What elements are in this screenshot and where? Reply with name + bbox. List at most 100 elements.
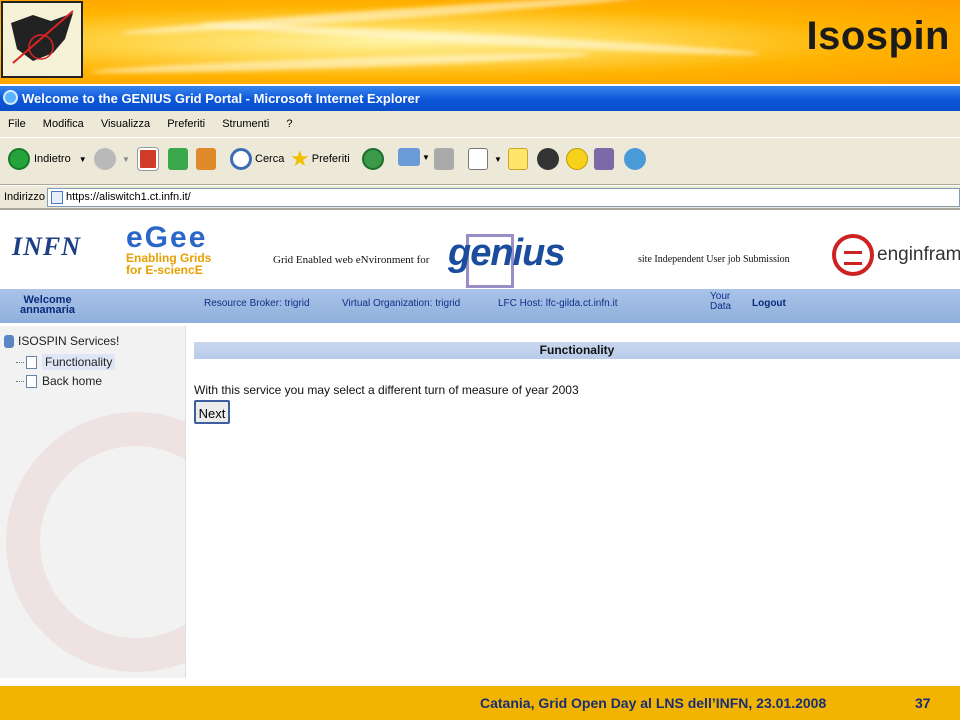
refresh-icon (168, 148, 188, 170)
tree-connector (16, 380, 24, 382)
print-button[interactable] (434, 148, 454, 170)
next-button[interactable]: Next (194, 400, 230, 424)
messenger-block-button[interactable] (537, 148, 559, 170)
tree-root-label: ISOSPIN Services! (18, 334, 120, 348)
slide-title: Isospin (806, 14, 950, 58)
egee-logo-text: eGee (126, 221, 208, 254)
tree-item-label: Back home (42, 374, 103, 388)
tree-item-functionality[interactable]: Functionality (16, 354, 116, 370)
menu-help[interactable]: ? (286, 118, 292, 130)
address-url: https://aliswitch1.ct.infn.it/ (66, 191, 191, 203)
search-button[interactable]: Cerca (230, 148, 284, 170)
stop-button[interactable] (137, 147, 159, 171)
stop-icon (137, 147, 159, 171)
genius-logo: genius (448, 232, 565, 274)
home-icon (196, 148, 216, 170)
window-title: Welcome to the GENIUS Grid Portal - Micr… (22, 91, 420, 106)
tree-root: ISOSPIN Services! (4, 334, 119, 348)
refresh-button[interactable] (168, 148, 188, 170)
menu-bar: File Modifica Visualizza Preferiti Strum… (0, 111, 960, 137)
edit-button[interactable]: ▼ (468, 148, 502, 170)
smiley-button[interactable] (566, 148, 588, 170)
forward-arrow-icon (94, 148, 116, 170)
document-icon (26, 355, 37, 369)
section-heading: Functionality (194, 342, 960, 359)
enginframe-icon (832, 234, 874, 276)
address-label: Indirizzo (4, 191, 45, 203)
grid-tagline: Grid Enabled web eNvironment for (273, 254, 430, 266)
chevron-down-icon: ▼ (494, 154, 502, 164)
chevron-down-icon: ▼ (78, 154, 87, 164)
messenger-icon (624, 148, 646, 170)
menu-visualizza[interactable]: Visualizza (101, 118, 150, 130)
history-icon (362, 148, 384, 170)
service-tree: ISOSPIN Services! Functionality Back hom… (0, 326, 186, 678)
history-button[interactable] (362, 148, 384, 170)
browser-window: Welcome to the GENIUS Grid Portal - Micr… (0, 86, 960, 678)
your-data-link[interactable]: Your Data (710, 292, 731, 312)
messenger-button[interactable] (624, 148, 646, 170)
mail-button[interactable]: ▼ (398, 148, 430, 166)
research-button[interactable] (594, 148, 614, 170)
enginframe-logo: enginframe (832, 234, 960, 276)
watermark-logo (6, 412, 185, 672)
menu-strumenti[interactable]: Strumenti (222, 118, 269, 130)
address-input[interactable]: https://aliswitch1.ct.infn.it/ (47, 188, 960, 207)
your-data-line2: Data (710, 301, 732, 312)
user-name: annamaria (20, 304, 76, 316)
notes-button[interactable] (508, 148, 528, 170)
back-arrow-icon (8, 148, 30, 170)
address-bar: Indirizzo https://aliswitch1.ct.infn.it/ (0, 186, 960, 210)
tree-connector (16, 361, 24, 363)
lfc-host-link[interactable]: LFC Host: lfc-gilda.ct.infn.it (498, 298, 617, 309)
toolbar: Indietro ▼ ▼ Cerca ★ Preferiti ▼ ▼ (0, 137, 960, 185)
document-icon (26, 374, 37, 388)
menu-preferiti[interactable]: Preferiti (167, 118, 205, 130)
favorites-button[interactable]: ★ Preferiti (290, 148, 350, 170)
resource-broker-link[interactable]: Resource Broker: trigrid (204, 298, 310, 309)
main-content: Functionality With this service you may … (186, 326, 960, 678)
egee-logo: eGee Enabling Grids for E-sciencE (126, 221, 211, 277)
back-label: Indietro (34, 153, 71, 165)
mail-icon (398, 148, 420, 166)
site-tagline: site Independent User job Submission (638, 254, 790, 265)
portal-banner: INFN eGee Enabling Grids for E-sciencE G… (0, 212, 960, 288)
service-description: With this service you may select a diffe… (194, 383, 579, 397)
window-titlebar: Welcome to the GENIUS Grid Portal - Micr… (0, 86, 960, 111)
menu-modifica[interactable]: Modifica (43, 118, 84, 130)
chevron-down-icon: ▼ (122, 154, 130, 164)
note-icon (508, 148, 528, 170)
star-icon: ★ (290, 146, 310, 171)
page-icon (51, 191, 63, 204)
word-icon (468, 148, 488, 170)
infn-text: INFN (12, 232, 82, 261)
slide-header: Isospin (0, 0, 960, 84)
menu-file[interactable]: File (8, 118, 26, 130)
forward-button[interactable]: ▼ (94, 148, 130, 170)
footer-text: Catania, Grid Open Day al LNS dell’INFN,… (480, 695, 827, 711)
portal-nav: Welcome annamaria Resource Broker: trigr… (0, 289, 960, 323)
smiley-icon (566, 148, 588, 170)
cometa-logo (1, 1, 83, 78)
virtual-org-link[interactable]: Virtual Organization: trigrid (342, 298, 460, 309)
home-button[interactable] (196, 148, 216, 170)
enginframe-text: enginframe (877, 244, 960, 265)
print-icon (434, 148, 454, 170)
search-label: Cerca (255, 153, 285, 165)
slide-footer: Catania, Grid Open Day al LNS dell’INFN,… (0, 686, 960, 720)
welcome-label: Welcome annamaria (20, 295, 76, 316)
slide: Isospin Welcome to the GENIUS Grid Porta… (0, 0, 960, 720)
block-icon (537, 148, 559, 170)
portal-body: ISOSPIN Services! Functionality Back hom… (0, 326, 960, 678)
back-button[interactable]: Indietro ▼ (8, 148, 87, 170)
egee-line2: for E-sciencE (126, 263, 203, 277)
search-icon (230, 148, 252, 170)
tree-item-back-home[interactable]: Back home (16, 374, 102, 388)
tree-root-icon (4, 334, 14, 348)
page-number: 37 (915, 695, 931, 711)
tree-item-label: Functionality (42, 354, 116, 370)
research-icon (594, 148, 614, 170)
favorites-label: Preferiti (311, 153, 350, 165)
logout-link[interactable]: Logout (752, 298, 786, 309)
ie-icon (3, 90, 18, 105)
